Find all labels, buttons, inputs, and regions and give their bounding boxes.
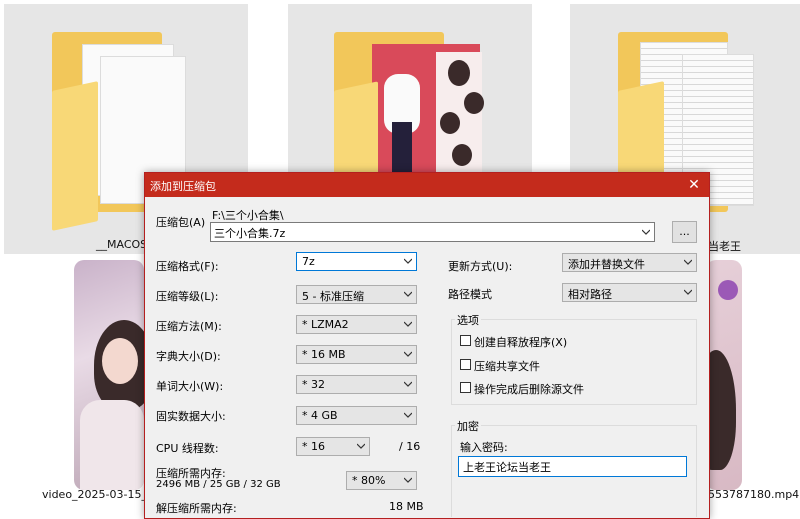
- chevron-down-icon: [404, 411, 412, 419]
- cpu-threads-label: CPU 线程数:: [156, 442, 219, 455]
- folder-tile-photos[interactable]: [288, 4, 532, 174]
- chevron-down-icon: [404, 380, 412, 388]
- chevron-down-icon: [357, 442, 365, 450]
- method-label: 压缩方法(M):: [156, 320, 222, 333]
- dictionary-label: 字典大小(D):: [156, 350, 221, 363]
- chevron-down-icon: [404, 257, 412, 265]
- video-label: 553787180.mp4: [708, 488, 800, 501]
- chevron-down-icon: [404, 476, 412, 484]
- format-label: 压缩格式(F):: [156, 260, 219, 273]
- chevron-down-icon: [404, 290, 412, 298]
- folder-label: __MACOS: [96, 238, 148, 251]
- dialog-title: 添加到压缩包: [150, 180, 216, 193]
- update-mode-select[interactable]: 添加并替换文件: [562, 253, 697, 272]
- method-select[interactable]: * LZMA2: [296, 315, 417, 334]
- encryption-title: 加密: [455, 418, 481, 434]
- shared-files-label[interactable]: 压缩共享文件: [474, 358, 540, 374]
- close-icon[interactable]: ✕: [679, 173, 709, 197]
- solid-block-label: 固实数据大小:: [156, 410, 226, 423]
- password-input[interactable]: 上老王论坛当老王: [458, 456, 687, 477]
- dialog-titlebar[interactable]: 添加到压缩包 ✕: [145, 173, 709, 197]
- archive-name-combo[interactable]: 三个小合集.7z: [210, 222, 655, 242]
- memory-percent-select[interactable]: * 80%: [346, 471, 417, 490]
- browse-button[interactable]: ...: [672, 221, 697, 243]
- video-thumbnail[interactable]: [706, 260, 742, 490]
- chevron-down-icon: [684, 288, 692, 296]
- chevron-down-icon: [684, 258, 692, 266]
- delete-source-checkbox[interactable]: [460, 382, 471, 393]
- word-size-select[interactable]: * 32: [296, 375, 417, 394]
- format-select[interactable]: 7z: [296, 252, 417, 271]
- solid-block-select[interactable]: * 4 GB: [296, 406, 417, 425]
- video-label: video_2025-03-15_1: [42, 488, 154, 501]
- decompress-memory-label: 解压缩所需内存:: [156, 502, 237, 515]
- folder-label: 当老王: [708, 240, 741, 253]
- level-label: 压缩等级(L):: [156, 290, 219, 303]
- path-mode-select[interactable]: 相对路径: [562, 283, 697, 302]
- video-thumbnail[interactable]: [74, 260, 144, 490]
- delete-source-label[interactable]: 操作完成后删除源文件: [474, 381, 584, 397]
- add-to-archive-dialog: 添加到压缩包 ✕ 压缩包(A) F:\三个小合集\ 三个小合集.7z ... 压…: [144, 172, 710, 519]
- cpu-threads-select[interactable]: * 16: [296, 437, 370, 456]
- memory-detail: 2496 MB / 25 GB / 32 GB: [156, 479, 281, 490]
- decompress-memory-value: 18 MB: [389, 500, 424, 513]
- sfx-checkbox[interactable]: [460, 335, 471, 346]
- shared-files-checkbox[interactable]: [460, 359, 471, 370]
- dictionary-select[interactable]: * 16 MB: [296, 345, 417, 364]
- archive-path: F:\三个小合集\: [212, 209, 284, 222]
- cpu-threads-total: / 16: [399, 440, 421, 453]
- sfx-label[interactable]: 创建自释放程序(X): [474, 334, 567, 350]
- password-label: 输入密码:: [460, 441, 508, 454]
- chevron-down-icon: [642, 228, 650, 236]
- chevron-down-icon: [404, 320, 412, 328]
- update-mode-label: 更新方式(U):: [448, 260, 513, 273]
- chevron-down-icon: [404, 350, 412, 358]
- archive-label: 压缩包(A): [156, 216, 206, 229]
- level-select[interactable]: 5 - 标准压缩: [296, 285, 417, 304]
- path-mode-label: 路径模式: [448, 288, 492, 301]
- word-size-label: 单词大小(W):: [156, 380, 224, 393]
- options-title: 选项: [455, 312, 481, 328]
